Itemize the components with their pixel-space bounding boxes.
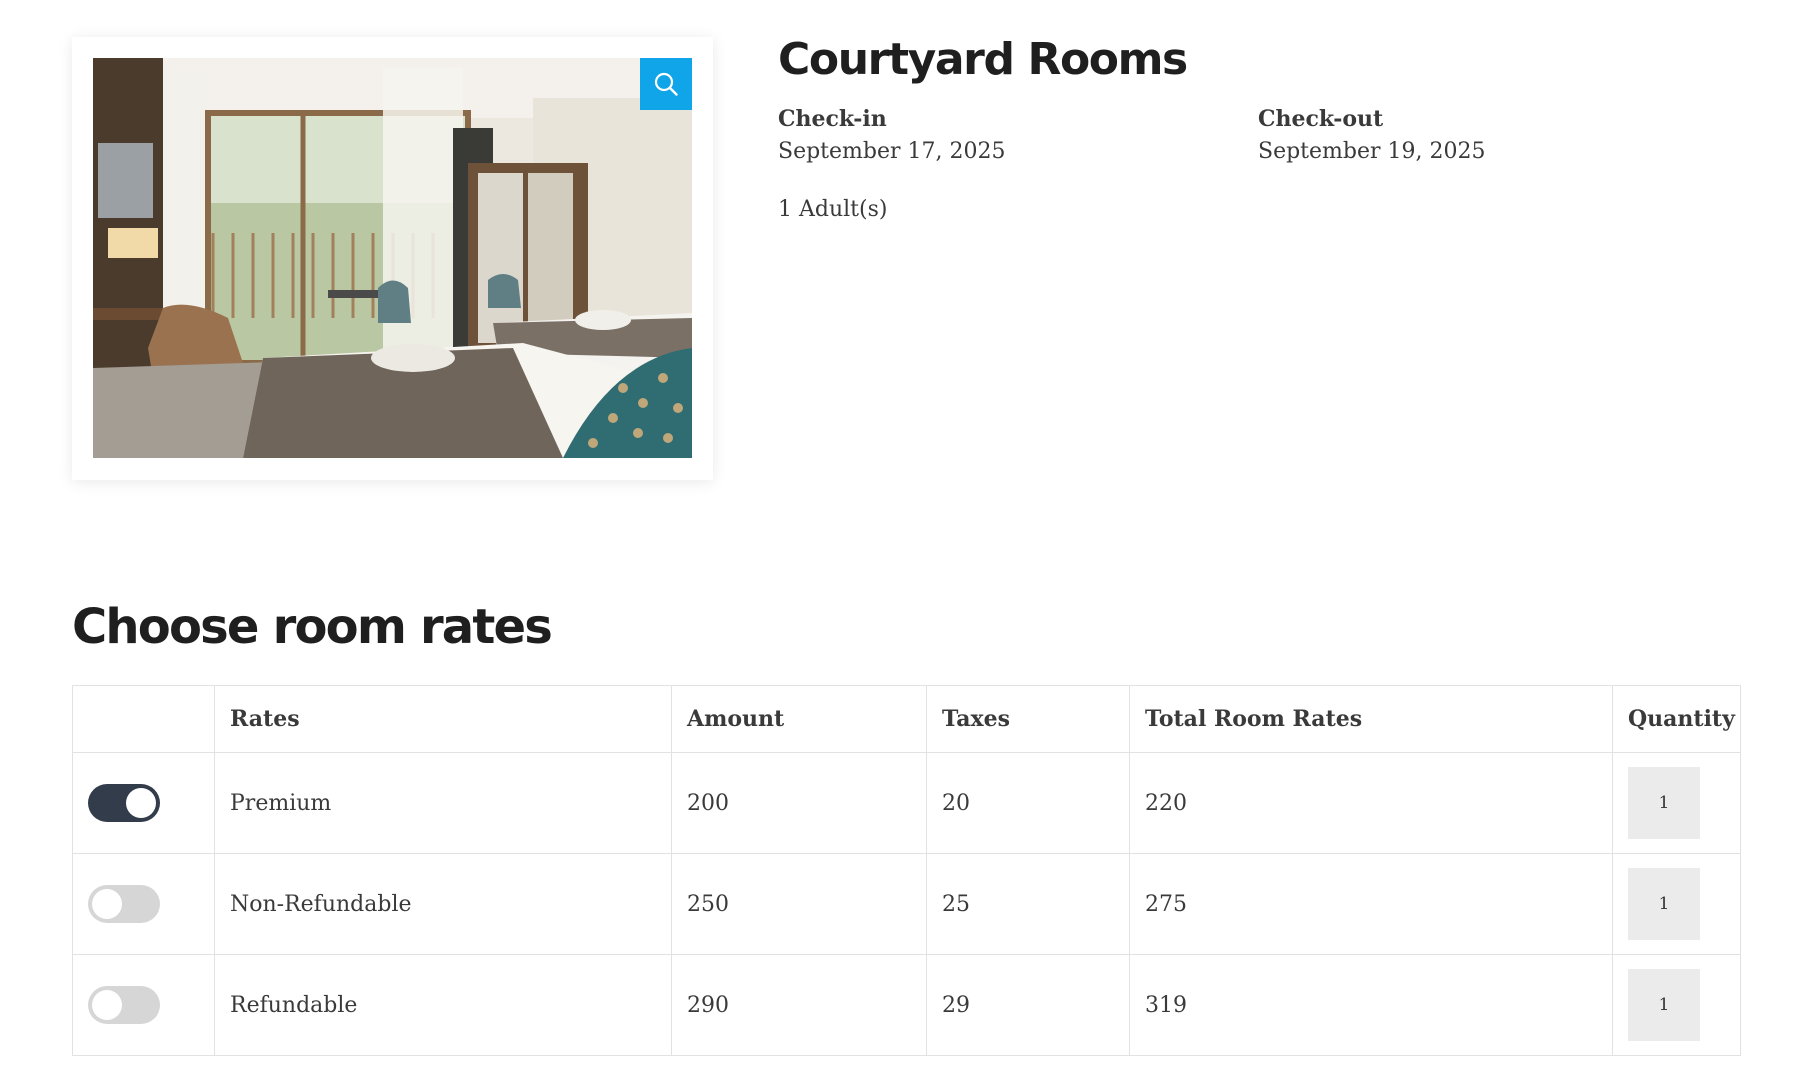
rate-toggle-premium[interactable] (88, 784, 160, 822)
booking-page: Courtyard Rooms Check-in September 17, 2… (72, 0, 1741, 1056)
quantity-selector[interactable]: 1 (1628, 969, 1700, 1041)
rate-quantity-cell: 1 (1612, 954, 1741, 1056)
quantity-selector[interactable]: 1 (1628, 767, 1700, 839)
zoom-button[interactable] (640, 58, 692, 110)
rate-name: Premium (214, 752, 672, 854)
rate-quantity-cell: 1 (1612, 853, 1741, 955)
rate-quantity-cell: 1 (1612, 752, 1741, 854)
rate-taxes: 29 (926, 954, 1130, 1056)
rate-select-cell (72, 954, 215, 1056)
rate-row-premium: Premium 200 20 220 1 (72, 752, 1741, 854)
rates-table: Rates Amount Taxes Total Room Rates Quan… (72, 685, 1741, 1056)
toggle-knob (126, 788, 156, 818)
select-column-header (72, 685, 215, 753)
toggle-knob (92, 990, 122, 1020)
rate-total: 275 (1129, 853, 1613, 955)
rate-taxes: 25 (926, 853, 1130, 955)
room-photo-card (72, 37, 713, 480)
rate-amount: 200 (671, 752, 927, 854)
rate-toggle-non-refundable[interactable] (88, 885, 160, 923)
checkout-date: September 19, 2025 (1258, 139, 1486, 164)
stay-dates: Check-in September 17, 2025 Check-out Se… (778, 104, 1738, 170)
rates-heading: Choose room rates (72, 599, 553, 655)
rate-select-cell (72, 853, 215, 955)
room-details: Courtyard Rooms Check-in September 17, 2… (778, 28, 1738, 226)
rates-column-header: Rates (214, 685, 672, 753)
rates-header-row: Rates Amount Taxes Total Room Rates Quan… (72, 685, 1741, 753)
quantity-column-header: Quantity (1612, 685, 1741, 753)
rate-name: Refundable (214, 954, 672, 1056)
rate-row-refundable: Refundable 290 29 319 1 (72, 954, 1741, 1056)
taxes-column-header: Taxes (926, 685, 1130, 753)
checkout-label: Check-out (1258, 106, 1384, 132)
toggle-knob (92, 889, 122, 919)
rate-amount: 250 (671, 853, 927, 955)
checkin: Check-in September 17, 2025 (778, 104, 1258, 170)
rate-toggle-refundable[interactable] (88, 986, 160, 1024)
room-title: Courtyard Rooms (778, 34, 1188, 85)
quantity-selector[interactable]: 1 (1628, 868, 1700, 940)
rate-row-non-refundable: Non-Refundable 250 25 275 1 (72, 853, 1741, 955)
checkout: Check-out September 19, 2025 (1258, 104, 1738, 170)
rate-select-cell (72, 752, 215, 854)
checkin-label: Check-in (778, 106, 887, 132)
rate-name: Non-Refundable (214, 853, 672, 955)
room-photo[interactable] (93, 58, 692, 458)
rate-amount: 290 (671, 954, 927, 1056)
rate-total: 220 (1129, 752, 1613, 854)
checkin-date: September 17, 2025 (778, 139, 1006, 164)
magnifier-icon (654, 72, 678, 96)
total-column-header: Total Room Rates (1129, 685, 1613, 753)
room-photo-illustration (93, 58, 692, 458)
rate-total: 319 (1129, 954, 1613, 1056)
amount-column-header: Amount (671, 685, 927, 753)
rate-taxes: 20 (926, 752, 1130, 854)
guest-count: 1 Adult(s) (778, 197, 888, 222)
room-summary: Courtyard Rooms Check-in September 17, 2… (72, 0, 1738, 560)
